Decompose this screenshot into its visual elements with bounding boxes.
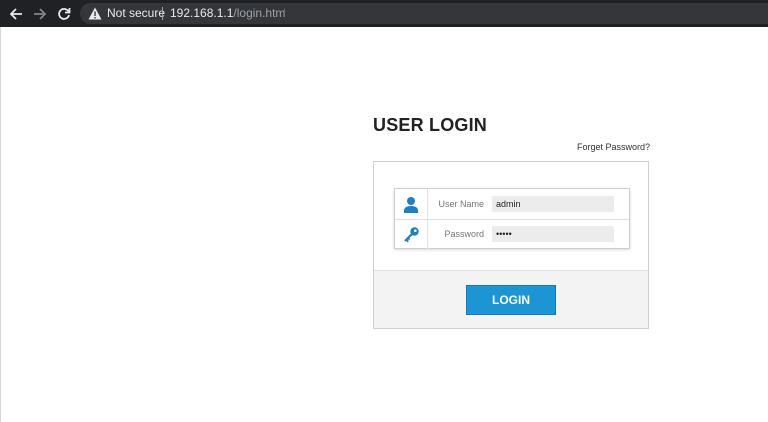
page-title: USER LOGIN xyxy=(373,115,488,135)
login-panel: User Name Password LOGIN xyxy=(373,161,649,329)
url-host: 192.168.1.1 xyxy=(170,6,234,20)
security-status[interactable]: Not secure xyxy=(107,6,165,21)
browser-toolbar: Not secure 192.168.1.1/login.htm I xyxy=(0,0,768,27)
omnibox-divider xyxy=(162,7,163,20)
url-path: /login.htm xyxy=(233,6,286,20)
username-input[interactable] xyxy=(492,196,614,212)
forget-password-link[interactable]: Forget Password? xyxy=(577,142,650,152)
password-label: Password xyxy=(444,229,484,239)
url-text[interactable]: 192.168.1.1/login.htm xyxy=(170,6,285,21)
warning-icon xyxy=(88,7,102,20)
reload-button[interactable] xyxy=(54,4,74,24)
forward-button[interactable] xyxy=(30,4,50,24)
key-icon xyxy=(403,226,419,242)
back-button[interactable] xyxy=(6,4,26,24)
address-bar[interactable]: Not secure 192.168.1.1/login.htm I xyxy=(80,3,768,24)
text-cursor-icon: I xyxy=(283,7,287,19)
credentials-box: User Name Password xyxy=(394,188,630,249)
password-icon-cell xyxy=(395,219,428,249)
reload-icon xyxy=(58,8,71,20)
page-content: USER LOGIN Forget Password? User Name ad… xyxy=(0,27,768,422)
username-row: User Name xyxy=(395,189,629,220)
username-icon-cell xyxy=(395,189,428,219)
user-icon xyxy=(404,196,418,213)
password-row: Password xyxy=(395,219,629,249)
forward-arrow-icon xyxy=(34,8,47,20)
password-input[interactable] xyxy=(492,226,614,242)
back-arrow-icon xyxy=(9,8,22,20)
username-label: User Name xyxy=(438,199,484,209)
login-button[interactable]: LOGIN xyxy=(466,285,556,315)
